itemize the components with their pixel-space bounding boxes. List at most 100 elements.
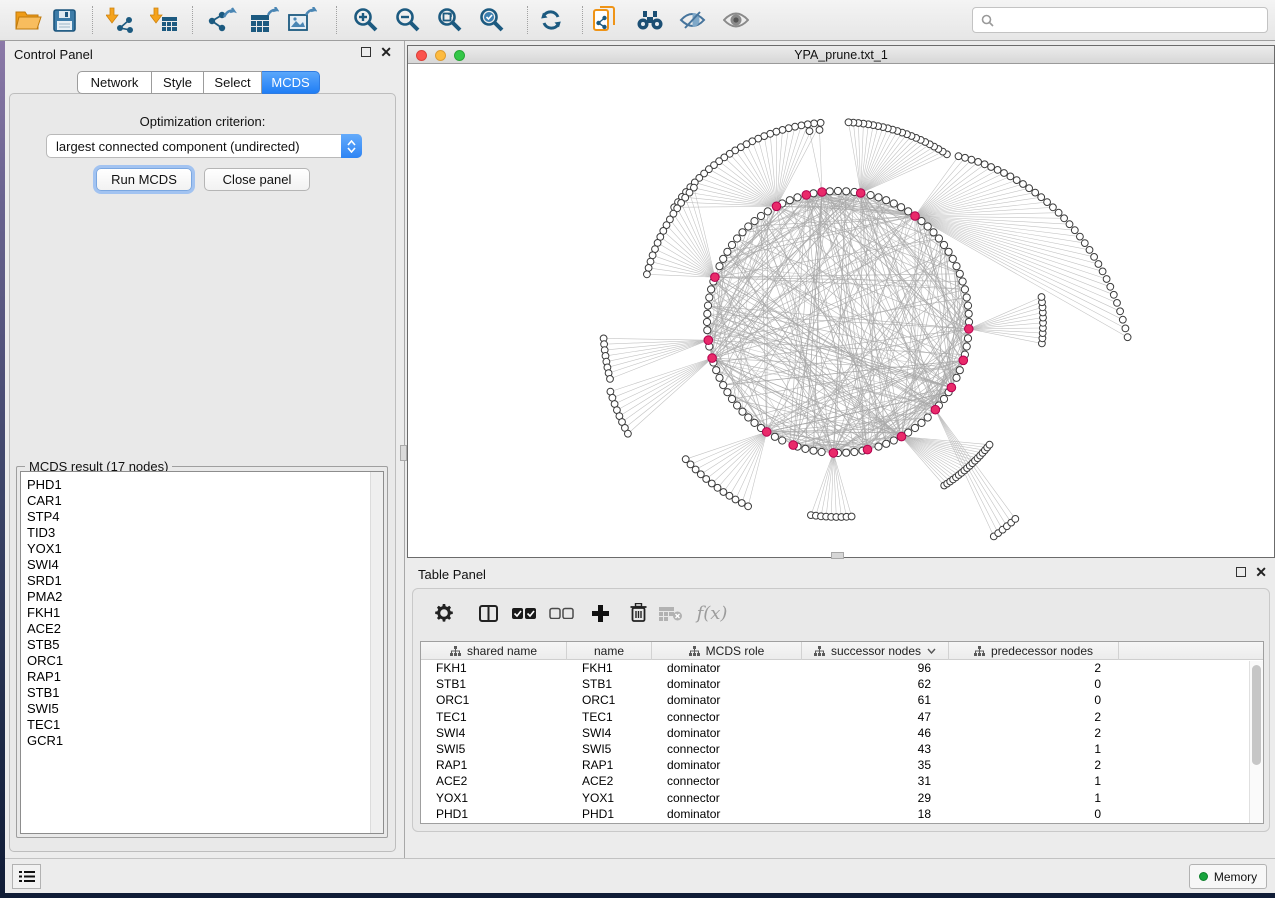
table-cell[interactable]: 96 (802, 661, 949, 675)
network-node[interactable] (810, 447, 817, 454)
network-node[interactable] (1077, 233, 1084, 240)
result-node-item[interactable]: STB5 (21, 637, 383, 653)
network-node[interactable] (1007, 173, 1014, 180)
search-field[interactable] (972, 7, 1268, 33)
network-node[interactable] (734, 402, 741, 409)
network-node[interactable] (1038, 194, 1045, 201)
table-row[interactable]: ACE2ACE2connector311 (421, 773, 1263, 789)
mcds-node[interactable] (772, 202, 781, 211)
result-node-item[interactable]: PMA2 (21, 589, 383, 605)
network-node[interactable] (1110, 291, 1117, 298)
network-node[interactable] (703, 318, 710, 325)
network-node[interactable] (806, 128, 813, 135)
network-node[interactable] (988, 164, 995, 171)
import-network-icon[interactable] (104, 5, 136, 35)
table-cell[interactable]: ORC1 (567, 693, 652, 707)
network-node[interactable] (751, 419, 758, 426)
network-node[interactable] (1032, 189, 1039, 196)
table-cell[interactable]: PHD1 (421, 807, 567, 821)
network-node[interactable] (704, 310, 711, 317)
table-cell[interactable]: 47 (802, 710, 949, 724)
network-node[interactable] (1061, 215, 1068, 222)
table-cell[interactable]: dominator (652, 677, 802, 691)
network-window-titlebar[interactable]: YPA_prune.txt_1 (408, 46, 1274, 64)
table-scrollbar[interactable] (1249, 661, 1263, 823)
export-image-icon[interactable] (286, 5, 318, 35)
network-node[interactable] (745, 503, 752, 510)
network-node[interactable] (1050, 204, 1057, 211)
table-row[interactable]: SWI4SWI4dominator462 (421, 725, 1263, 741)
table-cell[interactable]: SWI5 (567, 742, 652, 756)
table-cell[interactable]: dominator (652, 807, 802, 821)
network-node[interactable] (757, 212, 764, 219)
table-cell[interactable]: 2 (949, 758, 1119, 772)
table-cell[interactable]: 1 (949, 791, 1119, 805)
table-cell[interactable]: ORC1 (421, 693, 567, 707)
hide-graphics-details-icon[interactable] (678, 5, 706, 35)
network-node[interactable] (724, 248, 731, 255)
network-node[interactable] (959, 278, 966, 285)
network-node[interactable] (1119, 316, 1126, 323)
network-node[interactable] (739, 229, 746, 236)
horizontal-splitter-grip[interactable] (831, 552, 844, 559)
table-cell[interactable]: YOX1 (421, 791, 567, 805)
network-node[interactable] (732, 496, 739, 503)
mcds-node[interactable] (965, 325, 974, 334)
column-header-predecessor-nodes[interactable]: predecessor nodes (949, 642, 1119, 660)
network-node[interactable] (965, 310, 972, 317)
network-node[interactable] (1086, 247, 1093, 254)
table-cell[interactable]: SWI5 (421, 742, 567, 756)
result-list-scrollbar[interactable] (370, 472, 383, 833)
network-node[interactable] (734, 235, 741, 242)
table-cell[interactable]: ACE2 (567, 774, 652, 788)
table-cell[interactable]: PHD1 (567, 807, 652, 821)
table-cell[interactable]: 62 (802, 677, 949, 691)
table-cell[interactable]: connector (652, 774, 802, 788)
table-cell[interactable]: connector (652, 742, 802, 756)
network-node[interactable] (968, 156, 975, 163)
result-node-item[interactable]: CAR1 (21, 493, 383, 509)
network-node[interactable] (764, 208, 771, 215)
network-node[interactable] (745, 414, 752, 421)
network-node[interactable] (843, 449, 850, 456)
network-node[interactable] (649, 252, 656, 259)
table-cell[interactable]: TEC1 (421, 710, 567, 724)
network-node[interactable] (716, 374, 723, 381)
table-cell[interactable]: STB1 (567, 677, 652, 691)
table-cell[interactable]: 29 (802, 791, 949, 805)
float-panel-icon[interactable] (361, 47, 371, 57)
network-node[interactable] (918, 419, 925, 426)
network-node[interactable] (924, 223, 931, 230)
network-node[interactable] (704, 327, 711, 334)
network-node[interactable] (826, 188, 833, 195)
network-node[interactable] (625, 430, 632, 437)
table-cell[interactable]: 18 (802, 807, 949, 821)
network-node[interactable] (834, 187, 841, 194)
zoom-in-icon[interactable] (350, 5, 382, 35)
network-node[interactable] (779, 437, 786, 444)
network-node[interactable] (716, 263, 723, 270)
mcds-node[interactable] (947, 383, 956, 392)
mcds-result-list[interactable]: PHD1CAR1STP4TID3YOX1SWI4SRD1PMA2FKH1ACE2… (20, 471, 384, 834)
network-node[interactable] (964, 302, 971, 309)
network-node[interactable] (1124, 334, 1131, 341)
network-node[interactable] (1099, 268, 1106, 275)
share-network-icon[interactable] (592, 5, 618, 35)
show-graphics-details-icon[interactable] (722, 5, 750, 35)
task-history-button[interactable] (12, 864, 41, 889)
search-input[interactable] (1000, 13, 1259, 28)
network-node[interactable] (953, 263, 960, 270)
result-node-item[interactable]: SWI5 (21, 701, 383, 717)
result-node-item[interactable]: STP4 (21, 509, 383, 525)
mcds-node[interactable] (856, 189, 865, 198)
vertical-splitter[interactable] (400, 41, 407, 858)
column-header-MCDS-role[interactable]: MCDS role (652, 642, 802, 660)
network-node[interactable] (962, 154, 969, 161)
mcds-node[interactable] (959, 356, 968, 365)
network-node[interactable] (1081, 240, 1088, 247)
network-node[interactable] (1038, 294, 1045, 301)
network-node[interactable] (945, 248, 952, 255)
network-node[interactable] (898, 204, 905, 211)
network-node[interactable] (843, 188, 850, 195)
network-node[interactable] (1091, 254, 1098, 261)
